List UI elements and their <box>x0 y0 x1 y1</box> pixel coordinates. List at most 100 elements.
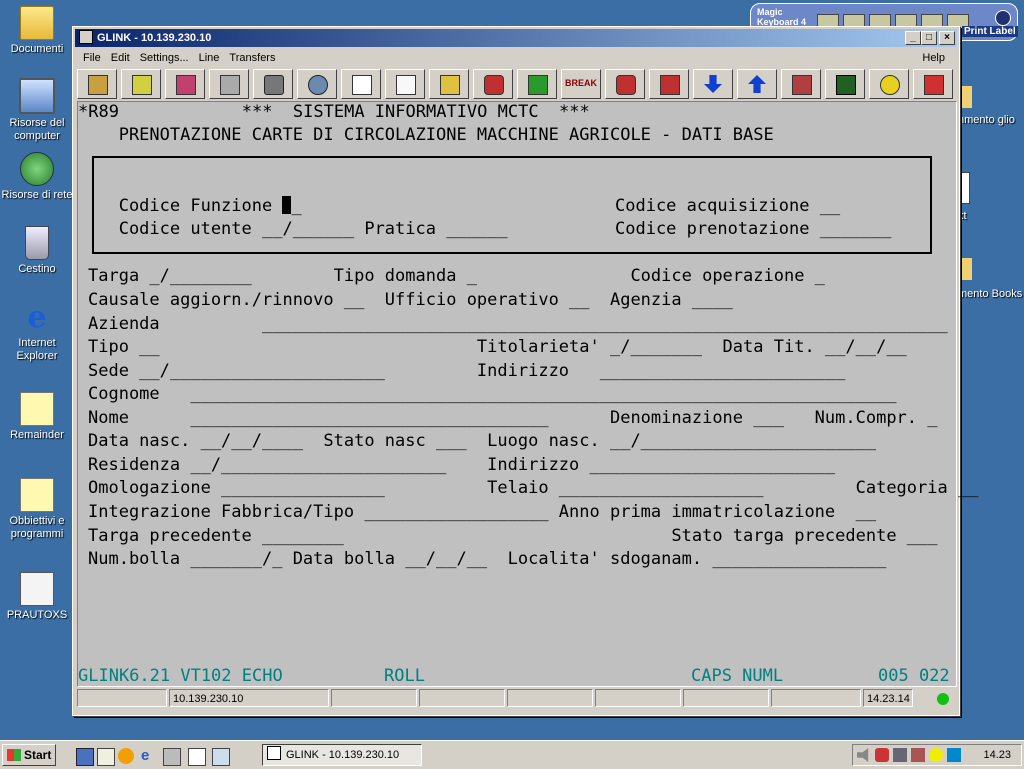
toolbar-button[interactable] <box>297 69 337 99</box>
desktop-icon-prautoxs[interactable]: PRAUTOXS <box>0 572 74 622</box>
terminal-line: Causale aggiorn./rinnovo __ Ufficio oper… <box>88 290 733 310</box>
toolbar-button[interactable] <box>693 69 733 99</box>
tools-icon <box>176 75 196 95</box>
desktop-icon-cestino[interactable]: Cestino <box>0 226 74 276</box>
toolbar: BREAK <box>77 69 955 99</box>
toolbar-button[interactable] <box>165 69 205 99</box>
folder-icon <box>958 258 972 280</box>
terminal-line: Omologazione ________________ Telaio ___… <box>88 478 979 498</box>
taskbar-item-label: GLINK - 10.139.230.10 <box>286 749 400 761</box>
start-button[interactable]: Start <box>2 744 56 766</box>
tray-icon[interactable] <box>875 748 889 762</box>
taskbar: Start e GLINK - 10.139.230.10 14.23 <box>0 740 1024 769</box>
close-button[interactable]: × <box>939 31 955 45</box>
tray-icon[interactable] <box>947 748 961 762</box>
tray-icon[interactable] <box>911 748 925 762</box>
desktop-icon-label: Documenti <box>10 43 64 55</box>
magic-keyboard-label: Magic Keyboard 4 <box>757 7 807 27</box>
exit-button[interactable] <box>913 69 953 99</box>
tray-icon[interactable] <box>929 748 943 762</box>
desktop-icon-obbiettivi[interactable]: Obbiettivi e programmi <box>0 478 74 541</box>
status-host: 10.139.230.10 <box>169 689 329 707</box>
taskbar-item-glink[interactable]: GLINK - 10.139.230.10 <box>262 744 422 766</box>
status-cell <box>77 689 167 707</box>
codice-funzione-field[interactable]: _ <box>291 196 301 216</box>
app-icon <box>20 572 54 606</box>
toolbar-button[interactable] <box>517 69 557 99</box>
network-icon[interactable] <box>893 748 907 762</box>
menu-settings[interactable]: Settings... <box>140 52 189 64</box>
connection-led-icon <box>937 693 949 705</box>
desktop-icon-partial[interactable]: xt <box>958 172 1024 223</box>
printer-icon[interactable] <box>163 748 181 766</box>
desktop-icon-label: Remainder <box>10 429 64 441</box>
hangup-icon <box>616 75 636 95</box>
toolbar-button[interactable] <box>121 69 161 99</box>
terminal-line: Targa precedente ________ Stato targa pr… <box>88 526 938 546</box>
toolbar-button[interactable] <box>737 69 777 99</box>
break-button[interactable]: BREAK <box>561 69 601 99</box>
terminal-status-position: 005 022 <box>878 666 950 686</box>
save-icon <box>88 75 108 95</box>
media-player-icon[interactable] <box>118 748 134 764</box>
toolbar-button[interactable] <box>473 69 513 99</box>
document-icon <box>396 75 416 95</box>
desktop-icon-partial[interactable]: nmento glio <box>958 86 1024 127</box>
desktop-icon-risorse-computer[interactable]: Risorse del computer <box>0 78 74 143</box>
menu-line[interactable]: Line <box>199 52 220 64</box>
terminal-screen[interactable]: *R89 *** SISTEMA INFORMATIVO MCTC *** PR… <box>77 101 978 687</box>
show-desktop-icon[interactable] <box>76 748 94 766</box>
status-bar: 10.139.230.10 14.23.14 <box>77 689 955 709</box>
quicklaunch-icon[interactable] <box>212 748 230 766</box>
desktop-icon-label: Obbiettivi e programmi <box>9 515 65 540</box>
menu-help[interactable]: Help <box>922 49 945 67</box>
desktop-icon-label: Cestino <box>18 263 56 275</box>
desktop-icon-documenti[interactable]: Documenti <box>0 6 74 56</box>
terminal-line: Cognome ________________________________… <box>88 384 897 404</box>
desktop-icon-remainder[interactable]: Remainder <box>0 392 74 442</box>
volume-icon[interactable] <box>857 748 869 762</box>
toolbar-button[interactable] <box>341 69 381 99</box>
toolbar-button[interactable] <box>385 69 425 99</box>
terminal-line: Nome ___________________________________… <box>88 408 938 428</box>
clock: 14.23 <box>983 749 1011 761</box>
app-icon <box>79 30 93 45</box>
quicklaunch-icon[interactable] <box>188 748 206 766</box>
print-label-button[interactable]: Print Label <box>962 26 1018 37</box>
status-cell <box>507 689 593 707</box>
desktop-icon-internet-explorer[interactable]: e Internet Explorer <box>0 302 74 363</box>
title-bar[interactable]: GLINK - 10.139.230.10 _ □ × <box>75 29 957 47</box>
toolbar-button[interactable] <box>209 69 249 99</box>
maximize-button[interactable]: □ <box>921 31 937 45</box>
toolbar-button[interactable] <box>253 69 293 99</box>
status-cell <box>595 689 681 707</box>
minimize-button[interactable]: _ <box>905 31 921 45</box>
menu-file[interactable]: File <box>83 52 101 64</box>
terminal-status-emulation: GLINK6.21 VT102 ECHO <box>78 666 283 686</box>
system-tray: 14.23 <box>852 744 1022 766</box>
toolbar-button[interactable] <box>781 69 821 99</box>
toolbar-button[interactable] <box>649 69 689 99</box>
glink-window: GLINK - 10.139.230.10 _ □ × File Edit Sett… <box>72 26 978 716</box>
toolbar-button[interactable] <box>605 69 645 99</box>
toolbar-button[interactable] <box>869 69 909 99</box>
toolbar-button[interactable] <box>825 69 865 99</box>
config-icon <box>792 75 812 95</box>
windows-logo-icon <box>7 749 21 761</box>
keyboard-icon <box>836 75 856 95</box>
folder-icon <box>20 6 54 40</box>
copy-icon <box>440 75 460 95</box>
desktop-icon-partial[interactable]: mento Books <box>958 258 1024 301</box>
quicklaunch-icon[interactable] <box>97 748 115 766</box>
desktop-icon-risorse-rete[interactable]: Risorse di rete <box>0 152 74 202</box>
terminal-line: Codice prenotazione _______ <box>615 219 892 239</box>
app-icon <box>267 746 281 760</box>
network-icon <box>20 152 54 186</box>
toolbar-button[interactable] <box>429 69 469 99</box>
desktop-icon-label: PRAUTOXS <box>6 609 68 621</box>
ie-icon[interactable]: e <box>141 748 157 764</box>
menu-edit[interactable]: Edit <box>111 52 130 64</box>
toolbar-button[interactable] <box>77 69 117 99</box>
menu-transfers[interactable]: Transfers <box>229 52 275 64</box>
settings-icon[interactable] <box>995 10 1011 26</box>
